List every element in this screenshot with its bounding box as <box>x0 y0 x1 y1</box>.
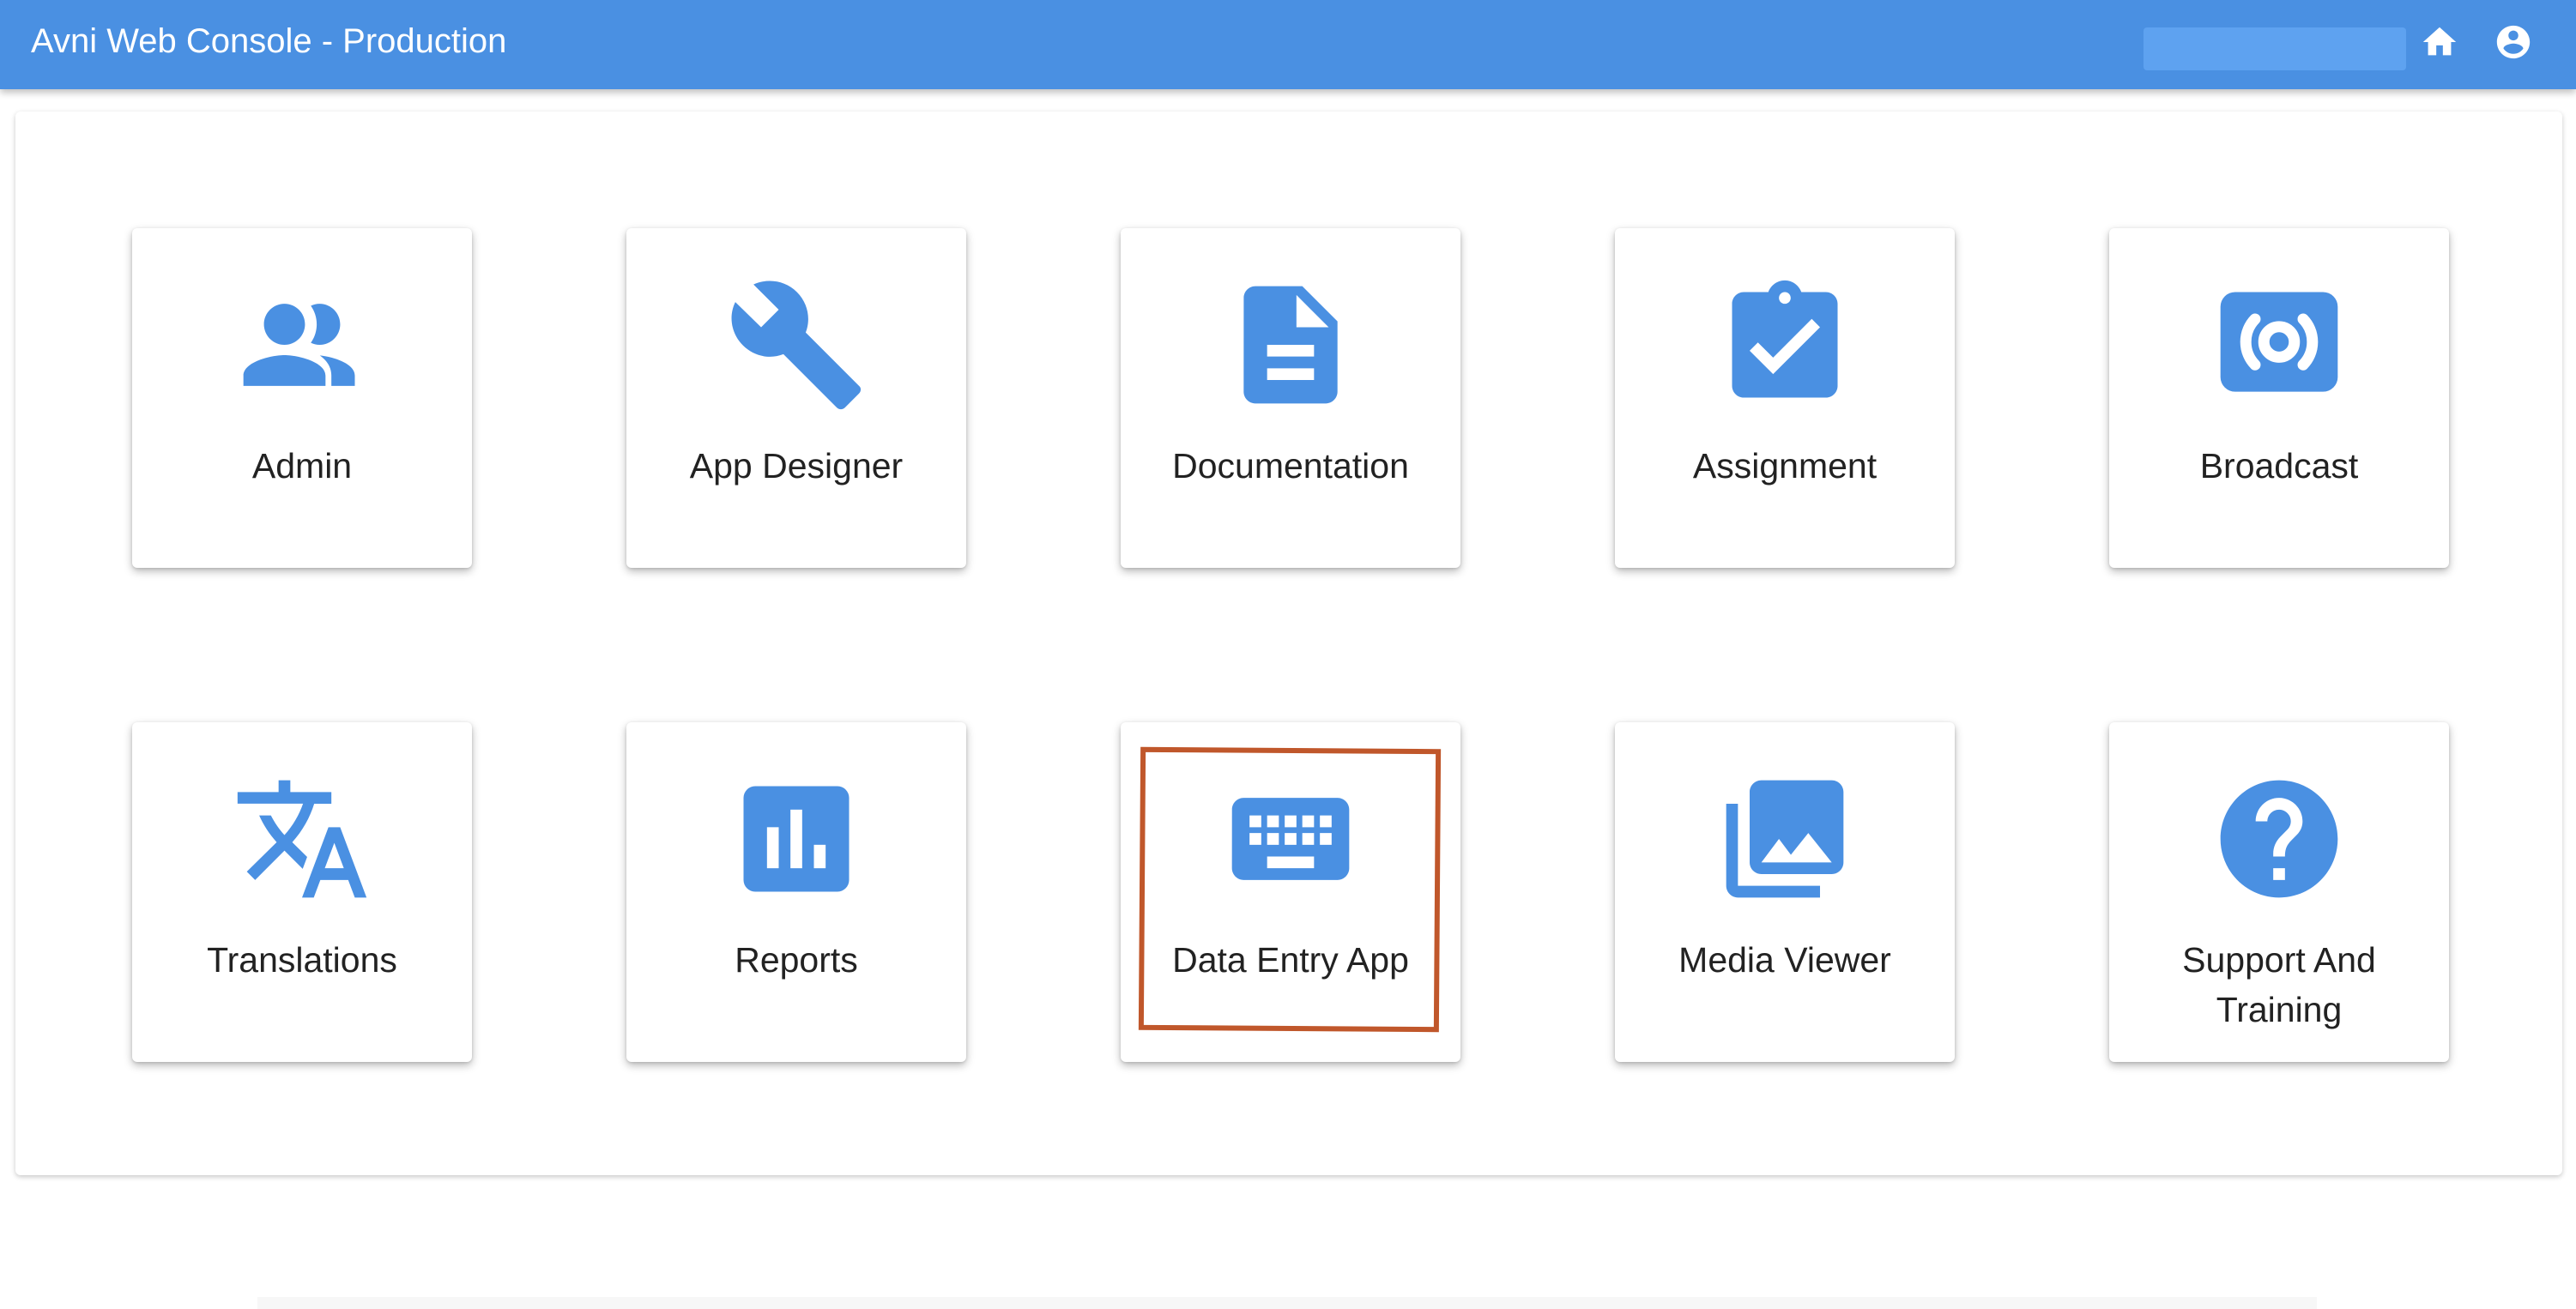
tile-reports[interactable]: Reports <box>626 722 966 1062</box>
tile-label: Documentation <box>1172 446 1409 486</box>
translate-icon <box>132 769 472 909</box>
help-icon <box>2109 769 2449 909</box>
keyboard-icon <box>1121 769 1460 909</box>
tile-label: Admin <box>251 446 353 486</box>
account-circle-icon[interactable] <box>2494 22 2533 62</box>
photo-library-icon <box>1615 769 1955 909</box>
people-icon <box>132 274 472 415</box>
tile-label: Media Viewer <box>1678 940 1891 980</box>
tile-media-viewer[interactable]: Media Viewer <box>1615 722 1955 1062</box>
wrench-icon <box>626 274 966 415</box>
tile-translations[interactable]: Translations <box>132 722 472 1062</box>
assignment-check-icon <box>1615 274 1955 415</box>
tile-support-and-training[interactable]: Support And Training <box>2109 722 2449 1062</box>
tile-app-designer[interactable]: App Designer <box>626 228 966 568</box>
tile-label: Translations <box>207 940 397 980</box>
tile-broadcast[interactable]: Broadcast <box>2109 228 2449 568</box>
tile-assignment[interactable]: Assignment <box>1615 228 1955 568</box>
home-icon[interactable] <box>2420 22 2459 62</box>
tile-label: Support And Training <box>2182 940 2376 1029</box>
tile-documentation[interactable]: Documentation <box>1121 228 1460 568</box>
tile-label: Reports <box>735 940 858 980</box>
app-bar: Avni Web Console - Production <box>0 0 2576 89</box>
tile-admin[interactable]: Admin <box>132 228 472 568</box>
tile-data-entry-app[interactable]: Data Entry App <box>1121 722 1460 1062</box>
tile-label: App Designer <box>689 446 904 486</box>
tile-label: Data Entry App <box>1172 940 1409 980</box>
tile-label: Assignment <box>1692 446 1878 486</box>
app-title: Avni Web Console - Production <box>31 22 507 60</box>
tile-label: Broadcast <box>2199 446 2359 486</box>
broadcast-icon <box>2109 274 2449 415</box>
organisation-selector[interactable] <box>2144 27 2406 70</box>
bar-chart-icon <box>626 769 966 909</box>
footer-strip <box>257 1297 2317 1309</box>
document-icon <box>1121 274 1460 415</box>
